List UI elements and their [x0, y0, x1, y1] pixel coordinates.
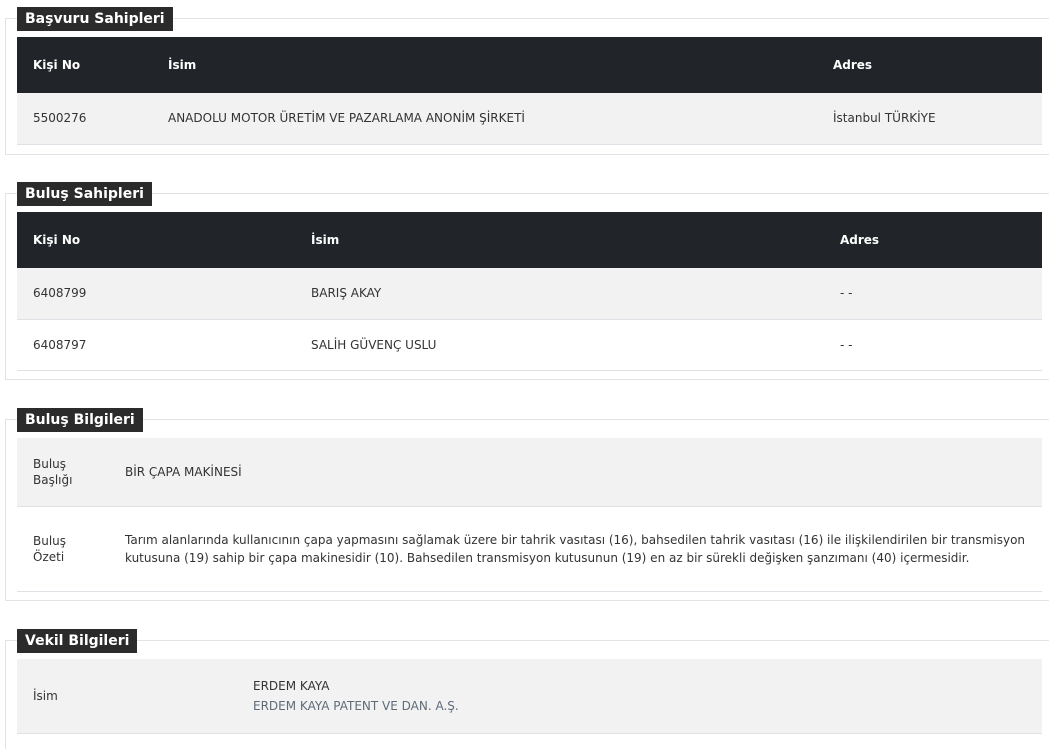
table-row: 6408797 SALİH GÜVENÇ USLU - - — [17, 319, 1042, 371]
attorney-value: ERDEM KAYA ERDEM KAYA PATENT VE DAN. A.Ş… — [237, 659, 1042, 734]
patent-detail-page: Başvuru Sahipleri Kişi No İsim Adres 550… — [0, 0, 1049, 749]
applicants-header-row: Kişi No İsim Adres — [17, 37, 1042, 93]
invention-summary-value: Tarım alanlarında kullanıcının çapa yapm… — [109, 506, 1042, 592]
invention-summary-label: Buluş Özeti — [17, 506, 109, 592]
name-cell: BARIŞ AKAY — [295, 268, 824, 320]
inventors-table: Kişi No İsim Adres 6408799 BARIŞ AKAY - … — [17, 212, 1042, 371]
name-cell: ANADOLU MOTOR ÜRETİM VE PAZARLAMA ANONİM… — [152, 93, 817, 145]
person-no-cell: 6408799 — [17, 268, 295, 320]
column-header-person-no: Kişi No — [33, 58, 81, 72]
invention-summary-label-text: Buluş Özeti — [33, 533, 67, 564]
inventors-title: Buluş Sahipleri — [17, 182, 152, 206]
attorney-title: Vekil Bilgileri — [17, 629, 138, 653]
applicants-table: Kişi No İsim Adres 5500276 ANADOLU MOTOR… — [17, 37, 1042, 145]
attorney-name-label: İsim — [17, 659, 237, 734]
person-no-cell: 6408797 — [17, 319, 295, 371]
invention-title: Buluş Bilgileri — [17, 408, 143, 432]
column-header-person-no: Kişi No — [33, 233, 81, 247]
invention-panel: Buluş Bilgileri Buluş Başlığı BİR ÇAPA M… — [5, 408, 1049, 601]
inventors-header-row: Kişi No İsim Adres — [17, 212, 1042, 268]
person-no-cell: 5500276 — [17, 93, 152, 145]
column-header-name: İsim — [311, 233, 340, 247]
column-header-address: Adres — [833, 58, 873, 72]
invention-title-label-text: Buluş Başlığı — [33, 456, 73, 487]
invention-title-row: Buluş Başlığı BİR ÇAPA MAKİNESİ — [17, 438, 1042, 507]
address-cell: İstanbul TÜRKİYE — [817, 93, 1042, 145]
invention-title-label: Buluş Başlığı — [17, 438, 109, 507]
invention-summary-row: Buluş Özeti Tarım alanlarında kullanıcın… — [17, 506, 1042, 592]
inventors-panel: Buluş Sahipleri Kişi No İsim Adres 64087… — [5, 182, 1049, 380]
applicants-panel: Başvuru Sahipleri Kişi No İsim Adres 550… — [5, 7, 1049, 155]
attorney-table: İsim ERDEM KAYA ERDEM KAYA PATENT VE DAN… — [17, 659, 1042, 734]
invention-table: Buluş Başlığı BİR ÇAPA MAKİNESİ Buluş Öz… — [17, 438, 1042, 592]
address-cell: - - — [824, 319, 1042, 371]
attorney-firm: ERDEM KAYA PATENT VE DAN. A.Ş. — [253, 698, 459, 713]
invention-title-value: BİR ÇAPA MAKİNESİ — [109, 438, 1042, 507]
attorney-row: İsim ERDEM KAYA ERDEM KAYA PATENT VE DAN… — [17, 659, 1042, 734]
table-row: 5500276 ANADOLU MOTOR ÜRETİM VE PAZARLAM… — [17, 93, 1042, 145]
table-row: 6408799 BARIŞ AKAY - - — [17, 268, 1042, 320]
column-header-name: İsim — [168, 58, 197, 72]
attorney-name: ERDEM KAYA — [253, 678, 330, 693]
address-cell: - - — [824, 268, 1042, 320]
applicants-title: Başvuru Sahipleri — [17, 7, 173, 31]
attorney-panel: Vekil Bilgileri İsim ERDEM KAYA ERDEM KA… — [5, 629, 1049, 749]
column-header-address: Adres — [840, 233, 880, 247]
name-cell: SALİH GÜVENÇ USLU — [295, 319, 824, 371]
